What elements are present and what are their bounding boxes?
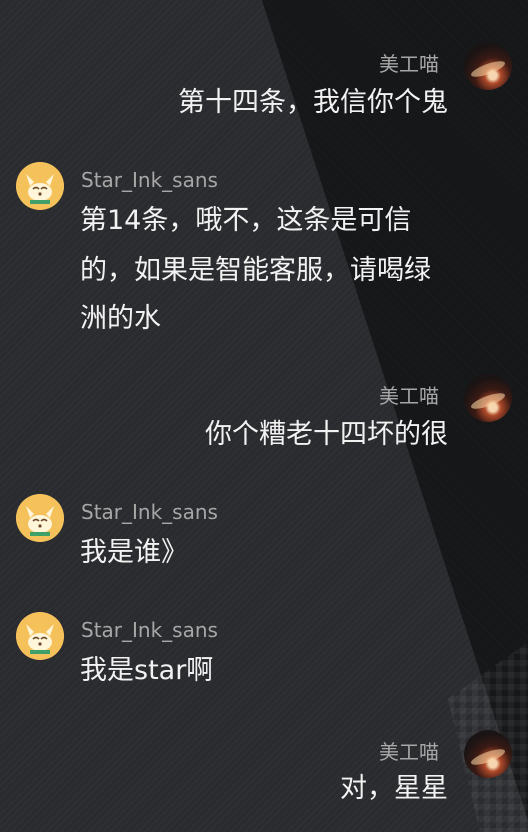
avatar-star-ink-sans[interactable] — [16, 612, 64, 660]
sender-name: 美工喵 — [379, 52, 439, 76]
message-text-line: 你个糟老十四坏的很 — [205, 419, 448, 450]
message-text-line: 我是谁》 — [80, 537, 188, 568]
sender-name: Star_Ink_sans — [81, 500, 218, 524]
message-text-line: 对，星星 — [340, 773, 448, 804]
sender-name: 美工喵 — [379, 740, 439, 764]
avatar-star-ink-sans[interactable] — [16, 162, 64, 210]
avatar-meigongmiao[interactable] — [464, 730, 512, 778]
message-text-line: 我是star啊 — [80, 655, 214, 686]
sender-name: Star_Ink_sans — [81, 168, 218, 192]
message-text-line: 洲的水 — [80, 303, 161, 334]
fox-avatar-icon — [16, 494, 64, 542]
message-text-line: 第14条，哦不，这条是可信 — [80, 205, 412, 236]
sender-name: Star_Ink_sans — [81, 618, 218, 642]
fox-avatar-icon — [16, 612, 64, 660]
avatar-meigongmiao[interactable] — [464, 42, 512, 90]
message-text-line: 第十四条，我信你个鬼 — [178, 87, 448, 118]
avatar-meigongmiao[interactable] — [464, 374, 512, 422]
message-text-line: 的，如果是智能客服，请喝绿 — [80, 255, 431, 286]
fox-avatar-icon — [16, 162, 64, 210]
avatar-star-ink-sans[interactable] — [16, 494, 64, 542]
sender-name: 美工喵 — [379, 384, 439, 408]
